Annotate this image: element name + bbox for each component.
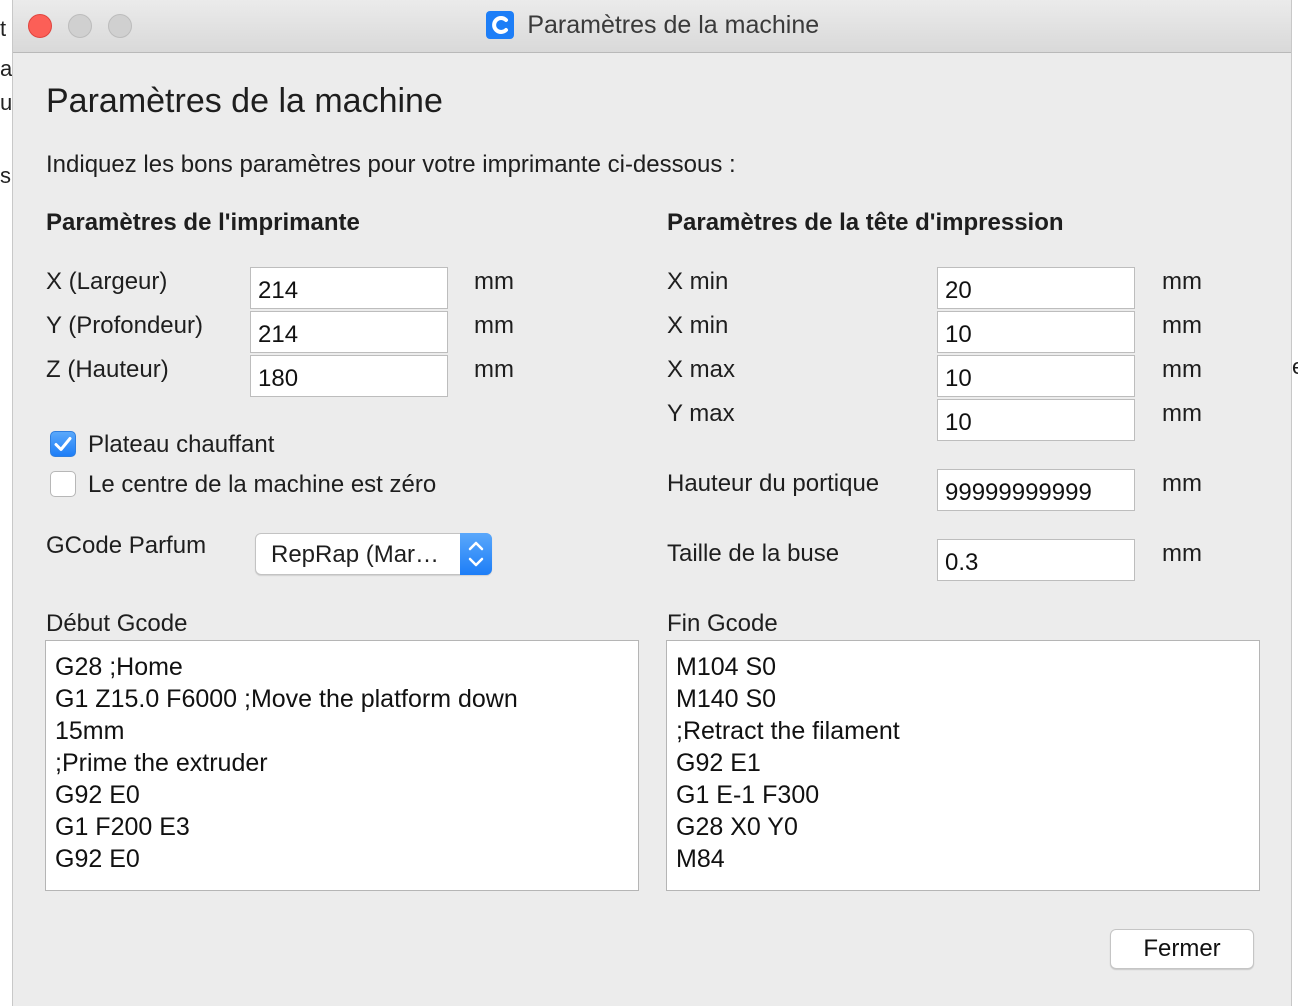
printhead-y-min-unit: mm [1162, 312, 1202, 339]
gcode-line: ;Prime the extruder [55, 749, 268, 777]
start-gcode-label: Début Gcode [46, 610, 188, 637]
gcode-line: G92 E0 [55, 781, 140, 809]
gcode-line: G92 E1 [676, 749, 761, 777]
z-height-unit: mm [474, 356, 514, 383]
printhead-x-min-unit: mm [1162, 268, 1202, 295]
gcode-line: 15mm [55, 717, 125, 745]
gantry-height-input[interactable] [937, 469, 1135, 511]
center-is-zero-checkbox[interactable] [50, 471, 76, 497]
gcode-flavor-value: RepRap (Mar… [271, 541, 440, 568]
x-width-input[interactable] [250, 267, 448, 309]
machine-settings-dialog: Paramètres de la machine Paramètres de l… [12, 0, 1292, 1006]
y-depth-label: Y (Profondeur) [46, 312, 203, 339]
x-width-label: X (Largeur) [46, 268, 168, 295]
intro-text: Indiquez les bons paramètres pour votre … [46, 151, 736, 178]
cura-logo-icon [485, 11, 514, 39]
window-title-group: Paramètres de la machine [13, 10, 1291, 42]
center-is-zero-label[interactable]: Le centre de la machine est zéro [88, 471, 436, 499]
printhead-y-max-unit: mm [1162, 400, 1202, 427]
y-depth-input[interactable] [250, 311, 448, 353]
background-letter: t [0, 16, 7, 41]
window-title: Paramètres de la machine [527, 10, 820, 39]
gcode-line: G1 Z15.0 F6000 ;Move the platform down [55, 685, 518, 713]
end-gcode-label: Fin Gcode [667, 610, 778, 637]
printhead-x-max-input[interactable] [937, 355, 1135, 397]
start-gcode-textarea[interactable]: G28 ;Home G1 Z15.0 F6000 ;Move the platf… [45, 640, 639, 891]
y-depth-unit: mm [474, 312, 514, 339]
printhead-x-max-label: X max [667, 356, 736, 383]
background-letter: u [0, 90, 13, 115]
gcode-line: ;Retract the filament [676, 717, 900, 745]
gcode-flavor-label: GCode Parfum [46, 532, 207, 559]
z-height-input[interactable] [250, 355, 448, 397]
gantry-height-unit: mm [1162, 470, 1202, 497]
printhead-x-min-label: X min [667, 268, 729, 295]
nozzle-size-input[interactable] [937, 539, 1135, 581]
printhead-settings-heading: Paramètres de la tête d'impression [667, 209, 1064, 236]
gcode-line: M140 S0 [676, 685, 777, 713]
chevron-updown-icon [460, 533, 492, 575]
nozzle-size-unit: mm [1162, 540, 1202, 567]
x-width-unit: mm [474, 268, 514, 295]
background-letter: s [0, 163, 11, 188]
gcode-line: G1 E-1 F300 [676, 781, 820, 809]
background-letter: e [1292, 354, 1298, 380]
gcode-line: G28 ;Home [55, 653, 183, 681]
end-gcode-textarea[interactable]: M104 S0 M140 S0 ;Retract the filament G9… [666, 640, 1260, 891]
nozzle-size-label: Taille de la buse [667, 540, 840, 567]
gcode-line: G28 X0 Y0 [676, 813, 798, 841]
printhead-x-min-input[interactable] [937, 267, 1135, 309]
printhead-y-min-label: X min [667, 312, 729, 339]
gcode-flavor-select[interactable]: RepRap (Mar… [255, 533, 492, 575]
gcode-line: M104 S0 [676, 653, 777, 681]
printhead-y-max-label: Y max [667, 400, 735, 427]
printhead-x-max-unit: mm [1162, 356, 1202, 383]
heated-bed-label[interactable]: Plateau chauffant [88, 431, 274, 459]
page-title: Paramètres de la machine [46, 82, 443, 120]
printhead-y-min-input[interactable] [937, 311, 1135, 353]
title-bar[interactable]: Paramètres de la machine [13, 0, 1291, 53]
z-height-label: Z (Hauteur) [46, 356, 169, 383]
printer-settings-heading: Paramètres de l'imprimante [46, 209, 360, 236]
gcode-line: M84 [676, 845, 725, 873]
gantry-height-label: Hauteur du portique [667, 470, 880, 497]
gcode-line: G92 E0 [55, 845, 140, 873]
gcode-line: G1 F200 E3 [55, 813, 190, 841]
close-button[interactable]: Fermer [1110, 929, 1254, 969]
checkmark-icon [54, 437, 72, 451]
printhead-y-max-input[interactable] [937, 399, 1135, 441]
heated-bed-checkbox[interactable] [50, 431, 76, 457]
